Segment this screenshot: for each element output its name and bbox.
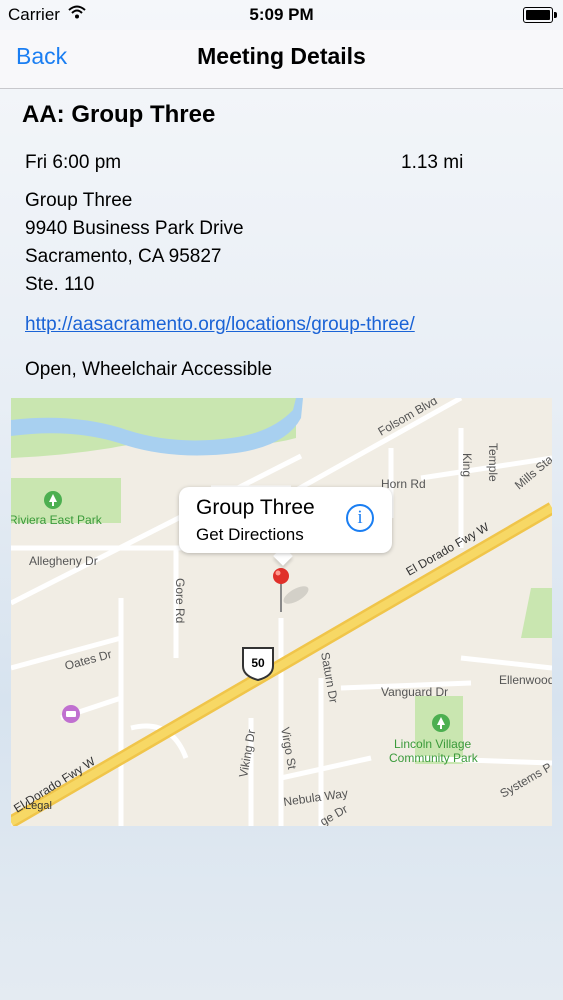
page-title: Meeting Details [197,43,366,69]
map-label: King [460,453,474,477]
park-icon [44,491,62,509]
meeting-address: Group Three 9940 Business Park Drive Sac… [25,187,244,299]
info-icon[interactable]: i [346,504,374,532]
park-icon [432,714,450,732]
meeting-features: Open, Wheelchair Accessible [25,359,273,380]
meeting-title: AA: Group Three [22,101,216,128]
map-label: Lincoln Village [394,737,471,751]
map-legal-link[interactable]: Legal [25,800,52,812]
svg-text:50: 50 [251,656,265,670]
map-label: Allegheny Dr [29,554,98,568]
meeting-day-time: Fri 6:00 pm [25,152,122,173]
status-bar: Carrier 5:09 PM [0,0,563,30]
get-directions-label[interactable]: Get Directions [196,525,304,545]
navigation-bar: Back Meeting Details [0,30,563,89]
status-time: 5:09 PM [249,5,314,24]
callout-title: Group Three [196,496,315,519]
map-view[interactable]: 50 Folsom Blvd Horn Rd King Temple Mills… [11,398,552,826]
highway-shield-icon: 50 [242,647,274,682]
address-line: Ste. 110 [25,274,95,295]
address-line: 9940 Business Park Drive [25,218,244,239]
map-label: Temple [486,443,500,482]
meeting-distance: 1.13 mi [401,152,464,173]
map-label: Riviera East Park [11,513,103,527]
meeting-website-link[interactable]: http://aasacramento.org/locations/group-… [25,314,415,336]
battery-icon [523,7,557,23]
car-icon [62,705,80,723]
map-label: Gore Rd [173,578,187,623]
map-label: Vanguard Dr [381,685,448,699]
map-label: Community Park [389,751,479,765]
address-line: Sacramento, CA 95827 [25,246,222,267]
map-label: Ellenwood Av [499,673,552,687]
address-line: Group Three [25,190,133,211]
map-callout[interactable]: Group Three Get Directions i [179,487,392,553]
